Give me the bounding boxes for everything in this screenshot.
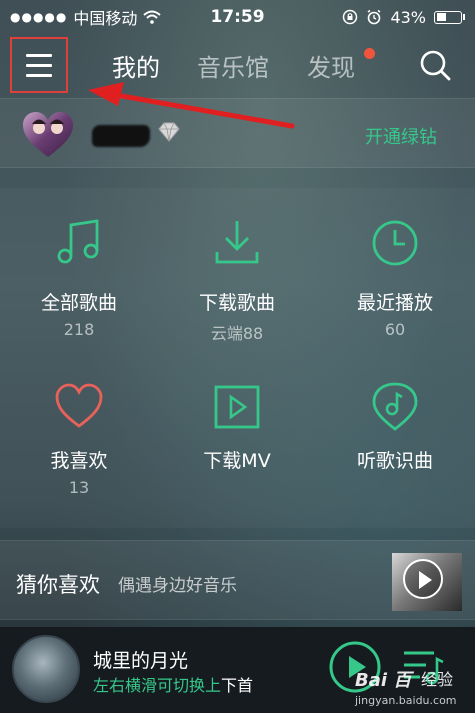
song-hint-green: 左右横滑可切换上 [93,676,222,695]
diamond-icon [158,122,180,142]
grid-item-download-mv[interactable]: 下载MV [158,358,316,528]
grid-item-recognize[interactable]: 听歌识曲 [316,358,474,528]
recommend-title: 猜你喜欢 [16,573,100,597]
grid-label: 下载MV [203,450,271,472]
grid-label: 我喜欢 [50,450,108,472]
grid-item-downloads[interactable]: 下载歌曲 云端88 [158,188,316,358]
signal-dots: ●●●●● [10,10,68,24]
vip-link[interactable]: 开通绿钻 [365,123,437,149]
battery-body [434,10,462,24]
battery-fill [436,13,447,21]
recommend-subtitle: 偶遇身边好音乐 [118,576,237,596]
search-icon[interactable] [418,48,452,82]
grid-label: 全部歌曲 [40,292,117,314]
status-time: 17:59 [210,7,265,27]
notification-badge [364,48,375,59]
status-bar: ●●●●● 中国移动 17:59 43% [0,0,475,34]
tab-discover[interactable]: 发现 [307,48,355,83]
battery-tip [463,14,465,20]
play-box-icon [214,385,260,429]
status-left: ●●●●● 中国移动 [10,5,162,29]
battery-percent: 43% [390,7,426,27]
hamburger-icon[interactable] [10,37,68,93]
menu-line [26,63,52,67]
grid-count: 60 [384,320,406,339]
song-title: 城里的月光 [93,650,189,672]
music-note-icon [57,219,99,264]
heart-icon [55,383,103,428]
grid-count: 云端88 [210,324,264,343]
grid-item-recent[interactable]: 最近播放 60 [316,188,474,358]
album-cover[interactable] [12,635,80,703]
my-music-grid: 全部歌曲 218 下载歌曲 云端88 最近播放 60 我喜欢 13 下载MV 听… [0,188,475,528]
recommend-row[interactable]: 猜你喜欢 偶遇身边好音乐 [0,540,475,620]
grid-count: 13 [68,478,90,497]
grid-label: 最近播放 [356,292,433,314]
watermark-url: jingyan.baidu.com [355,694,457,707]
grid-item-all-songs[interactable]: 全部歌曲 218 [0,188,158,358]
battery-icon [434,10,465,24]
download-icon [215,221,259,264]
top-nav: 我的 音乐馆 发现 [0,34,475,98]
play-icon[interactable] [403,559,443,599]
watermark-brand: Bai 百 [355,670,412,691]
avatar[interactable] [22,111,74,159]
baidu-watermark: Bai 百 经验 jingyan.baidu.com [355,656,473,711]
status-right: 43% [342,8,465,27]
grid-label: 下载歌曲 [198,292,275,314]
tab-music-hall[interactable]: 音乐馆 [197,48,269,83]
user-row[interactable]: 开通绿钻 [0,98,475,168]
carrier-label: 中国移动 [73,9,138,28]
menu-line [26,73,52,77]
tab-mine[interactable]: 我的 [112,48,160,83]
rotation-lock-icon [343,9,358,25]
watermark-suffix: 经验 [421,670,454,689]
clock-icon [372,220,418,266]
grid-count: 218 [63,320,95,339]
wifi-icon [143,10,162,24]
app-screen: ●●●●● 中国移动 17:59 43% 我的 音乐馆 发现 开通绿钻 全部歌曲… [0,0,475,713]
grid-label: 听歌识曲 [356,450,433,472]
song-hint-white: 下首 [221,676,254,695]
recognize-icon [372,382,418,431]
alarm-icon [367,9,381,25]
username-redacted [92,125,150,147]
song-hint: 左右横滑可切换上下首 [93,672,253,696]
menu-line [26,53,52,57]
grid-item-favorites[interactable]: 我喜欢 13 [0,358,158,528]
